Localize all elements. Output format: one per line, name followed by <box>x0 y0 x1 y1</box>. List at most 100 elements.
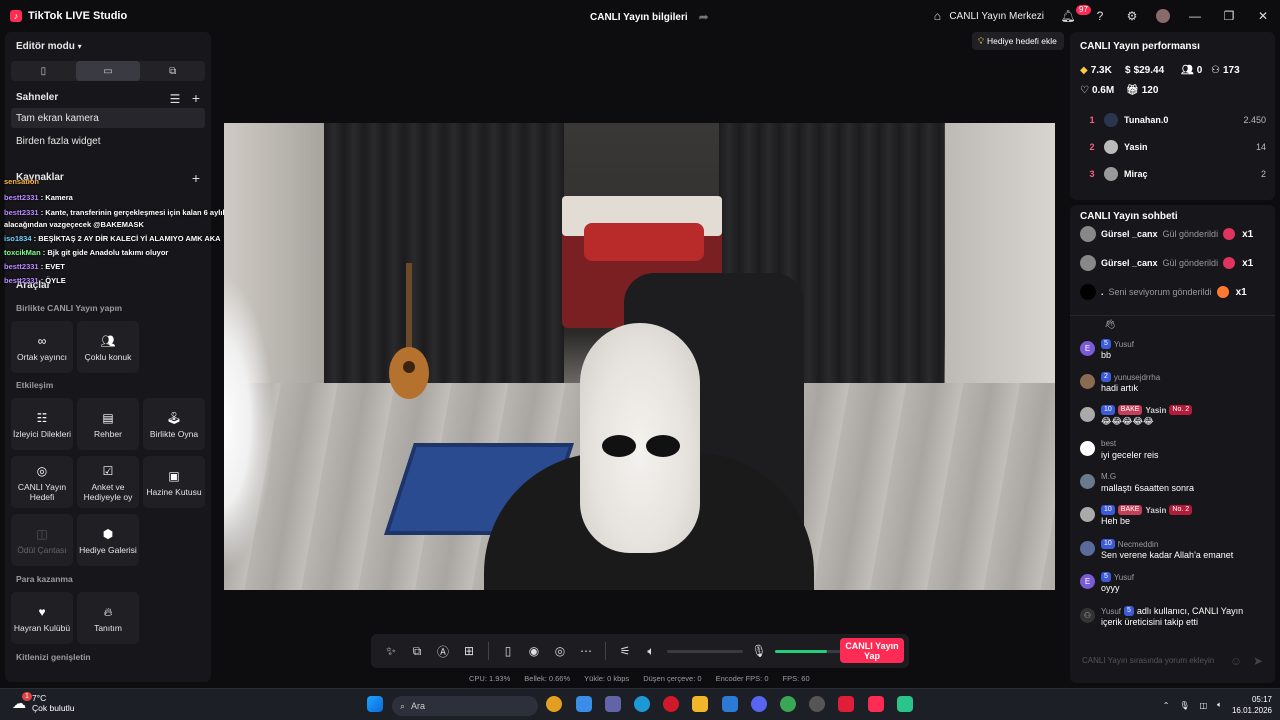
avatar: E <box>1080 574 1095 589</box>
live-center-button[interactable]: ⌂ CANLI Yayın Merkezi <box>921 0 1052 32</box>
weather-widget[interactable]: ☁ 7°C Çok bulutlu 1 <box>12 692 75 713</box>
gift-gallery-tile[interactable]: ⬢ Hediye Galerisi <box>77 514 139 566</box>
add-source-icon[interactable]: + <box>188 170 204 186</box>
more-icon[interactable]: ⋯ <box>576 643 596 659</box>
close-button[interactable]: ✕ <box>1246 0 1280 32</box>
microphone-icon[interactable]: 🎙︎ <box>749 643 769 659</box>
editor-mode-dropdown[interactable]: Editör modu ▾ <box>16 41 82 52</box>
live-goal-label: CANLI Yayın Hedefi <box>17 481 67 502</box>
scenes-title: Sahneler <box>16 92 59 103</box>
promote-label: Tanıtım <box>94 622 122 633</box>
multi-guest-tile[interactable]: 👥︎ Çoklu konuk <box>77 321 139 373</box>
lightbulb-icon: 💡︎ <box>978 35 984 46</box>
record-icon[interactable]: ◉ <box>524 643 544 659</box>
poll-tile[interactable]: ☑ Anket ve Hediyeyle oy <box>77 456 139 508</box>
media-player-icon[interactable] <box>838 696 854 712</box>
go-live-button[interactable]: CANLI Yayın Yap <box>840 638 904 663</box>
tiktok-icon[interactable] <box>868 696 884 712</box>
earnings-stat: $ $29.44 <box>1125 65 1165 76</box>
portrait-mode-button[interactable]: ▯ <box>11 61 76 81</box>
requests-icon: ☷ <box>36 410 48 425</box>
volume-icon[interactable]: 🔈︎ <box>1217 700 1222 710</box>
fps-stat: FPS: 60 <box>782 674 810 683</box>
gift-gallery-icon: ⬢ <box>102 526 114 541</box>
avatar <box>1080 441 1095 456</box>
home-icon: ⌂ <box>933 9 941 23</box>
fan-club-label: Hayran Kulübü <box>13 622 71 633</box>
send-icon[interactable]: ➤ <box>1250 653 1266 669</box>
screenshot-icon[interactable]: ◎ <box>550 643 570 659</box>
guitar-image <box>389 263 429 399</box>
skull-mask <box>580 323 700 553</box>
windows-start-icon[interactable] <box>367 696 383 712</box>
edge-icon[interactable] <box>634 696 650 712</box>
network-icon[interactable]: ◫ <box>1200 701 1208 710</box>
teams-icon[interactable] <box>605 696 621 712</box>
list-icon[interactable]: ☰ <box>167 91 183 107</box>
upload-stat: Yükle: 0 kbps <box>584 674 630 683</box>
settings-button[interactable]: ⚙ <box>1116 0 1148 32</box>
dual-mode-button[interactable]: ⧉ <box>140 61 205 81</box>
chrome-icon[interactable] <box>546 696 562 712</box>
camera-preview[interactable] <box>224 123 1055 590</box>
co-host-tile[interactable]: ∞ Ortak yayıncı <box>11 321 73 373</box>
discord-icon[interactable] <box>751 696 767 712</box>
live-goal-tile[interactable]: ◎ CANLI Yayın Hedefi <box>11 456 73 508</box>
promote-tile[interactable]: 🔥︎ Tanıtım <box>77 592 139 644</box>
treasure-box-label: Hazine Kutusu <box>146 486 202 497</box>
viewers-stat: 👥︎ 0 <box>1181 65 1203 76</box>
magic-wand-icon[interactable]: ✨︎ <box>381 643 401 659</box>
rose-gift-icon <box>1223 228 1236 240</box>
chevron-up-icon[interactable]: ⌃ <box>1163 701 1170 710</box>
store-icon[interactable] <box>576 696 592 712</box>
add-scene-icon[interactable]: + <box>188 90 204 106</box>
viewer-requests-tile[interactable]: ☷ İzleyici Dilekleri <box>11 398 73 450</box>
chrome-active-icon[interactable] <box>780 696 796 712</box>
ai-icon[interactable]: Ⓐ <box>433 643 453 659</box>
scene-item-multi-widget[interactable]: Birden fazla widget <box>16 136 101 147</box>
effects-icon[interactable]: ⧉ <box>407 643 427 659</box>
media-icon[interactable]: ⊞ <box>459 643 479 659</box>
landscape-mode-button[interactable]: ▭ <box>75 61 141 81</box>
phone-icon[interactable]: ▯ <box>498 643 518 659</box>
mask-eye <box>602 435 636 457</box>
fan-club-tile[interactable]: ♥ Hayran Kulübü <box>11 592 73 644</box>
ranking-row[interactable]: 3 Miraç 2 <box>1080 165 1266 183</box>
speaker-icon[interactable]: 🔈︎ <box>641 643 661 659</box>
help-button[interactable]: ? <box>1084 0 1116 32</box>
app-icon[interactable] <box>809 696 825 712</box>
play-together-tile[interactable]: 🕹︎ Birlikte Oyna <box>143 398 205 450</box>
live-studio-icon[interactable] <box>897 696 913 712</box>
folder-icon[interactable] <box>692 696 708 712</box>
mixer-icon[interactable]: ⚟ <box>615 643 635 659</box>
users-icon: 👥︎ <box>100 333 116 348</box>
close-icon: ✕ <box>1257 9 1269 23</box>
minimize-button[interactable]: — <box>1178 0 1212 32</box>
ranking-row[interactable]: 1 Tunahan.0 2.450 <box>1080 111 1266 129</box>
gifts-stat: 🎁︎ 120 <box>1126 85 1159 96</box>
add-user-icon: ⚇ <box>1211 65 1220 76</box>
mail-icon[interactable] <box>722 696 738 712</box>
clock[interactable]: 05:17 16.01.2026 <box>1232 694 1272 716</box>
restore-icon: ❐ <box>1223 9 1235 23</box>
date: 16.01.2026 <box>1231 706 1272 715</box>
memory-stat: Bellek: 0.66% <box>524 674 571 683</box>
add-gift-goal-button[interactable]: 💡︎ Hediye hedefi ekle <box>972 32 1064 50</box>
divider <box>1070 315 1275 316</box>
maximize-button[interactable]: ❐ <box>1212 0 1246 32</box>
opera-icon[interactable] <box>663 696 679 712</box>
speaker-volume-slider[interactable] <box>667 649 743 653</box>
live-info-title[interactable]: CANLI Yayın bilgileri ➦ <box>590 9 712 25</box>
guide-tile[interactable]: ▤ Rehber <box>77 398 139 450</box>
avatar <box>1104 167 1118 181</box>
emoji-icon[interactable]: ☺ <box>1228 653 1244 669</box>
section-expand: Kitlenizi genişletin <box>16 652 91 662</box>
ranking-row[interactable]: 2 Yasin 14 <box>1080 138 1266 156</box>
microphone-icon[interactable]: 🎙︎ <box>1179 701 1189 710</box>
scene-item-fullscreen-camera[interactable]: Tam ekran kamera <box>11 108 205 128</box>
treasure-box-tile[interactable]: ▣ Hazine Kutusu <box>143 456 205 508</box>
taskbar-search[interactable]: ⌕ Ara <box>392 696 538 716</box>
reward-bag-tile[interactable]: ◫ Ödül Çantası <box>11 514 73 566</box>
profile-button[interactable] <box>1148 0 1178 32</box>
share-icon[interactable]: ➦ <box>696 9 712 25</box>
